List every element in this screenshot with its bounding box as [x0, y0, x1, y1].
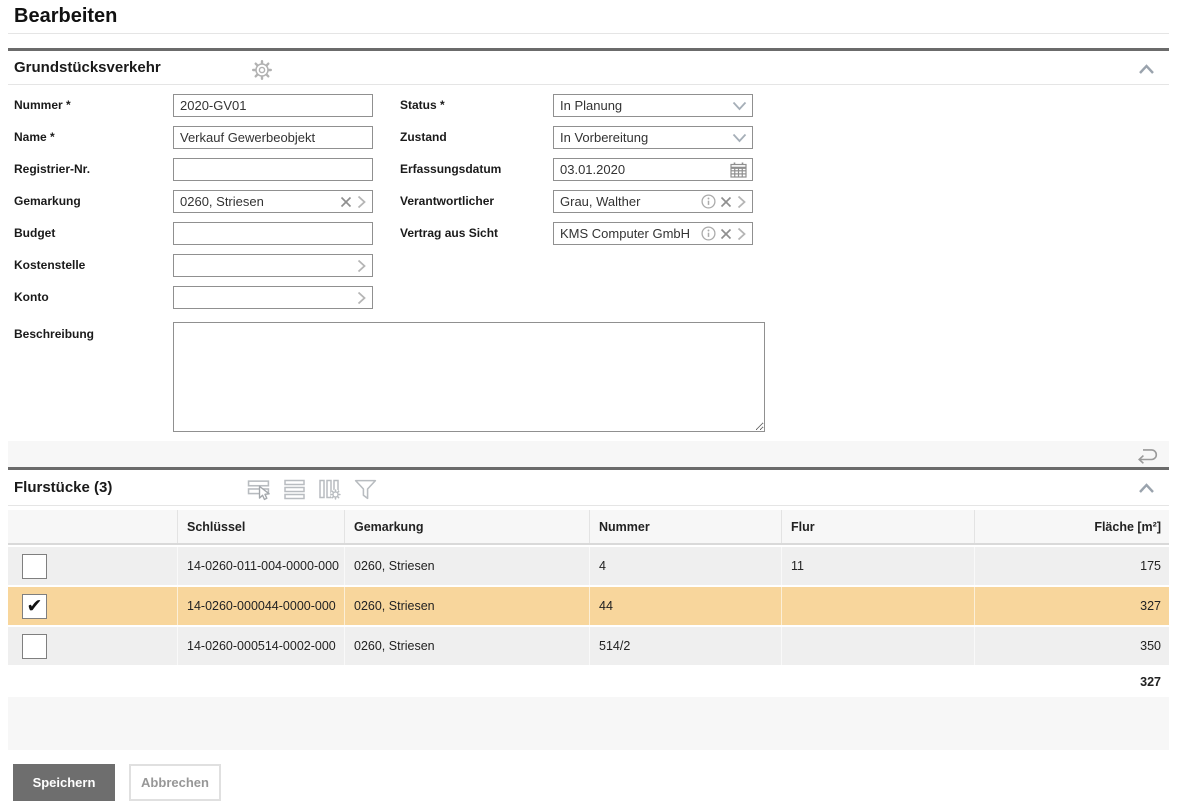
column-settings-icon[interactable]	[318, 478, 342, 501]
settings-gear-icon[interactable]	[251, 59, 273, 81]
select-rows-icon[interactable]	[246, 478, 272, 501]
row-checkbox[interactable]	[22, 593, 47, 619]
section-title-flurstuecke: Flurstücke (3)	[14, 479, 113, 496]
table-row[interactable]: 14-0260-011-004-0000-000 0260, Striesen …	[8, 547, 1169, 585]
sum-flaeche: 327	[1140, 675, 1161, 689]
open-lookup-chevron-right-icon[interactable]	[356, 291, 367, 305]
status-value: In Planung	[560, 98, 623, 113]
flurstuecke-table: Schlüssel Gemarkung Nummer Flur Fläche […	[8, 510, 1169, 699]
cell-flaeche: 327	[1140, 599, 1161, 613]
row-checkbox[interactable]	[22, 633, 47, 659]
chevron-down-icon[interactable]	[732, 133, 747, 143]
filter-icon[interactable]	[353, 478, 378, 501]
info-icon[interactable]	[701, 194, 716, 209]
title-divider	[8, 33, 1169, 34]
cell-nummer: 44	[590, 587, 782, 625]
table-toolbar	[246, 478, 378, 501]
zustand-label: Zustand	[400, 130, 447, 144]
table-row[interactable]: 14-0260-000514-0002-000 0260, Striesen 5…	[8, 627, 1169, 665]
cell-nummer: 514/2	[590, 627, 782, 665]
column-header-nummer: Nummer	[590, 510, 782, 543]
cell-gemarkung: 0260, Striesen	[345, 547, 590, 585]
erfassungsdatum-label: Erfassungsdatum	[400, 162, 502, 176]
open-lookup-chevron-right-icon[interactable]	[356, 259, 367, 273]
zustand-select[interactable]: In Vorbereitung	[553, 126, 753, 149]
chevron-down-icon[interactable]	[732, 101, 747, 111]
beschreibung-label: Beschreibung	[14, 327, 95, 341]
info-icon[interactable]	[701, 226, 716, 241]
section-header-flurstuecke: Flurstücke (3)	[8, 467, 1169, 506]
column-header-flaeche: Fläche [m²]	[1094, 519, 1161, 534]
cell-flur	[782, 587, 975, 625]
table-sum-row: 327	[8, 665, 1169, 699]
section-header-grundstuecksverkehr: Grundstücksverkehr	[8, 48, 1169, 85]
cell-flur	[782, 627, 975, 665]
status-label: Status *	[400, 98, 445, 112]
cell-flur: 11	[782, 547, 975, 585]
row-checkbox[interactable]	[22, 553, 47, 579]
calendar-icon[interactable]	[730, 162, 747, 178]
status-select[interactable]: In Planung	[553, 94, 753, 117]
verantwortlicher-lookup-field[interactable]: Grau, Walther	[553, 190, 753, 213]
zustand-value: In Vorbereitung	[560, 130, 649, 145]
verantwortlicher-value: Grau, Walther	[560, 194, 641, 209]
footer-band	[8, 697, 1169, 750]
registrier-nr-input[interactable]	[173, 158, 373, 181]
gemarkung-label: Gemarkung	[14, 194, 81, 208]
registrier-nr-label: Registrier-Nr.	[14, 162, 91, 176]
konto-label: Konto	[14, 290, 49, 304]
verantwortlicher-label: Verantwortlicher	[400, 194, 495, 208]
budget-label: Budget	[14, 226, 56, 240]
gemarkung-lookup-field[interactable]: 0260, Striesen	[173, 190, 373, 213]
section-title-grundstuecksverkehr: Grundstücksverkehr	[14, 59, 161, 76]
erfassungsdatum-value: 03.01.2020	[560, 162, 626, 177]
clear-x-icon[interactable]	[720, 228, 732, 240]
collapse-section-icon[interactable]	[1138, 483, 1155, 494]
section-footer	[8, 441, 1169, 467]
clear-x-icon[interactable]	[340, 196, 352, 208]
cell-schluessel: 14-0260-011-004-0000-000	[178, 547, 345, 585]
save-button[interactable]: Speichern	[13, 764, 115, 801]
rows-icon[interactable]	[283, 478, 307, 501]
kostenstelle-lookup-field[interactable]	[173, 254, 373, 277]
column-header-gemarkung: Gemarkung	[345, 510, 590, 543]
undo-arrow-icon[interactable]	[1133, 444, 1159, 465]
cancel-button[interactable]: Abbrechen	[129, 764, 221, 801]
cell-schluessel: 14-0260-000514-0002-000	[178, 627, 345, 665]
vertrag-aus-sicht-value: KMS Computer GmbH	[560, 226, 691, 241]
cell-nummer: 4	[590, 547, 782, 585]
table-row[interactable]: 14-0260-000044-0000-000 0260, Striesen 4…	[8, 587, 1169, 625]
konto-lookup-field[interactable]	[173, 286, 373, 309]
nummer-input[interactable]	[173, 94, 373, 117]
name-label: Name *	[14, 130, 55, 144]
cell-flaeche: 350	[1140, 639, 1161, 653]
beschreibung-textarea[interactable]	[173, 322, 765, 432]
clear-x-icon[interactable]	[720, 196, 732, 208]
cell-schluessel: 14-0260-000044-0000-000	[178, 587, 345, 625]
column-header-schluessel: Schlüssel	[178, 510, 345, 543]
page-title: Bearbeiten	[14, 5, 118, 27]
name-input[interactable]	[173, 126, 373, 149]
cell-gemarkung: 0260, Striesen	[345, 587, 590, 625]
budget-input[interactable]	[173, 222, 373, 245]
open-lookup-chevron-right-icon[interactable]	[736, 227, 747, 241]
open-lookup-chevron-right-icon[interactable]	[736, 195, 747, 209]
column-header-flur: Flur	[782, 510, 975, 543]
checkbox-column-header	[8, 510, 178, 543]
edit-page: Bearbeiten Grundstücksverkehr Nummer * N…	[0, 0, 1177, 805]
cell-flaeche: 175	[1140, 559, 1161, 573]
erfassungsdatum-date-field[interactable]: 03.01.2020	[553, 158, 753, 181]
table-header-row: Schlüssel Gemarkung Nummer Flur Fläche […	[8, 510, 1169, 545]
collapse-section-icon[interactable]	[1138, 64, 1155, 75]
gemarkung-value: 0260, Striesen	[180, 194, 264, 209]
kostenstelle-label: Kostenstelle	[14, 258, 86, 272]
vertrag-aus-sicht-label: Vertrag aus Sicht	[400, 226, 499, 240]
vertrag-aus-sicht-lookup-field[interactable]: KMS Computer GmbH	[553, 222, 753, 245]
nummer-label: Nummer *	[14, 98, 71, 112]
cell-gemarkung: 0260, Striesen	[345, 627, 590, 665]
open-lookup-chevron-right-icon[interactable]	[356, 195, 367, 209]
